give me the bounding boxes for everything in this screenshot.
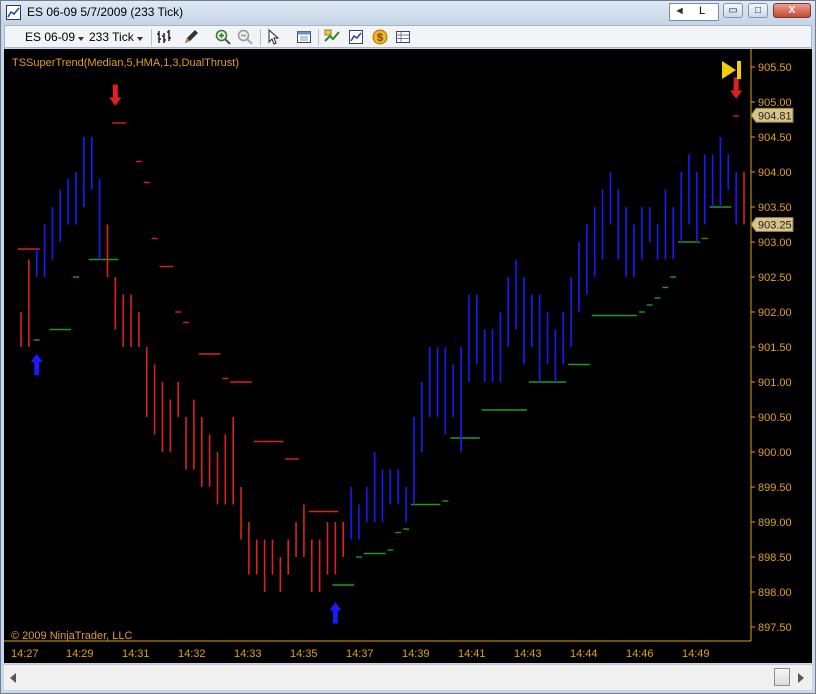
- price-tick-label: 901.50: [758, 342, 792, 354]
- time-tick-label: 14:29: [66, 648, 94, 660]
- close-button[interactable]: X: [773, 3, 811, 18]
- window-title: ES 06-09 5/7/2009 (233 Tick): [27, 5, 184, 19]
- svg-text:$: $: [377, 32, 383, 44]
- chart-panel[interactable]: TSSuperTrend(Median,5,HMA,1,3,DualThrust…: [4, 49, 812, 663]
- copyright-text: © 2009 NinjaTrader, LLC: [11, 630, 132, 642]
- drawing-tool-icon[interactable]: [183, 29, 199, 45]
- buy-signal-arrow-icon: [329, 602, 342, 624]
- price-tick-label: 904.00: [758, 167, 792, 179]
- price-marker-label: 903.25: [758, 220, 792, 232]
- price-marker-label: 904.81: [758, 110, 792, 122]
- price-tick-label: 902.00: [758, 307, 792, 319]
- time-tick-label: 14:44: [570, 648, 598, 660]
- horizontal-scrollbar[interactable]: [4, 664, 812, 690]
- price-tick-label: 903.50: [758, 202, 792, 214]
- indicator-label: TSSuperTrend(Median,5,HMA,1,3,DualThrust…: [12, 57, 239, 69]
- sell-signal-arrow-icon: [109, 84, 122, 106]
- price-tick-label: 903.00: [758, 237, 792, 249]
- toolbar-separator: [318, 29, 319, 46]
- instrument-selector[interactable]: ES 06-09: [25, 29, 85, 46]
- price-tick-label: 899.50: [758, 482, 792, 494]
- minimize-button[interactable]: ▭: [723, 3, 743, 18]
- sell-signal-arrow-icon: [730, 77, 743, 99]
- time-tick-label: 14:49: [682, 648, 710, 660]
- scroll-right-icon[interactable]: [798, 673, 804, 683]
- properties-icon[interactable]: [296, 29, 312, 45]
- price-tick-label: 905.00: [758, 97, 792, 109]
- chart-toolbar: ES 06-09 233 Tick $: [4, 25, 812, 48]
- price-tick-label: 899.00: [758, 517, 792, 529]
- price-tick-label: 901.00: [758, 377, 792, 389]
- grid-view-icon[interactable]: [395, 29, 411, 45]
- maximize-button[interactable]: □: [748, 3, 768, 18]
- price-tick-label: 902.50: [758, 272, 792, 284]
- chart-trader-icon[interactable]: $: [372, 29, 388, 45]
- scroll-to-end-icon[interactable]: [722, 61, 741, 79]
- time-tick-label: 14:43: [514, 648, 542, 660]
- time-tick-label: 14:27: [11, 648, 39, 660]
- time-tick-label: 14:32: [178, 648, 206, 660]
- time-tick-label: 14:41: [458, 648, 486, 660]
- price-tick-label: 905.50: [758, 62, 792, 74]
- price-tick-label: 898.00: [758, 587, 792, 599]
- interval-selector[interactable]: 233 Tick: [89, 29, 143, 46]
- price-tick-label: 897.50: [758, 622, 792, 634]
- strategies-icon[interactable]: [348, 29, 364, 45]
- zoom-out-icon[interactable]: [237, 29, 253, 45]
- price-chart[interactable]: TSSuperTrend(Median,5,HMA,1,3,DualThrust…: [4, 49, 812, 663]
- time-tick-label: 14:46: [626, 648, 654, 660]
- scroll-left-icon[interactable]: [10, 673, 16, 683]
- time-tick-label: 14:31: [122, 648, 150, 660]
- toolbar-separator: [151, 29, 152, 46]
- chart-window: ES 06-09 5/7/2009 (233 Tick) ◄ L ▭ □ X E…: [0, 0, 816, 694]
- price-tick-label: 898.50: [758, 552, 792, 564]
- link-selector[interactable]: ◄ L: [669, 3, 719, 21]
- bar-type-icon[interactable]: [156, 29, 172, 45]
- time-tick-label: 14:35: [290, 648, 318, 660]
- data-box-icon[interactable]: [324, 29, 340, 45]
- link-selector-value: L: [699, 5, 706, 17]
- time-tick-label: 14:39: [402, 648, 430, 660]
- buy-signal-arrow-icon: [30, 353, 43, 375]
- scrollbar-thumb[interactable]: [774, 668, 790, 686]
- pointer-icon[interactable]: [266, 29, 282, 45]
- price-tick-label: 900.50: [758, 412, 792, 424]
- app-chart-icon: [6, 5, 21, 20]
- price-tick-label: 904.50: [758, 132, 792, 144]
- toolbar-separator: [260, 29, 261, 46]
- title-bar[interactable]: ES 06-09 5/7/2009 (233 Tick) ◄ L ▭ □ X: [1, 1, 815, 25]
- price-tick-label: 900.00: [758, 447, 792, 459]
- link-selector-arrow-icon: ◄: [674, 5, 685, 17]
- zoom-in-icon[interactable]: [215, 29, 231, 45]
- time-tick-label: 14:33: [234, 648, 262, 660]
- time-tick-label: 14:37: [346, 648, 374, 660]
